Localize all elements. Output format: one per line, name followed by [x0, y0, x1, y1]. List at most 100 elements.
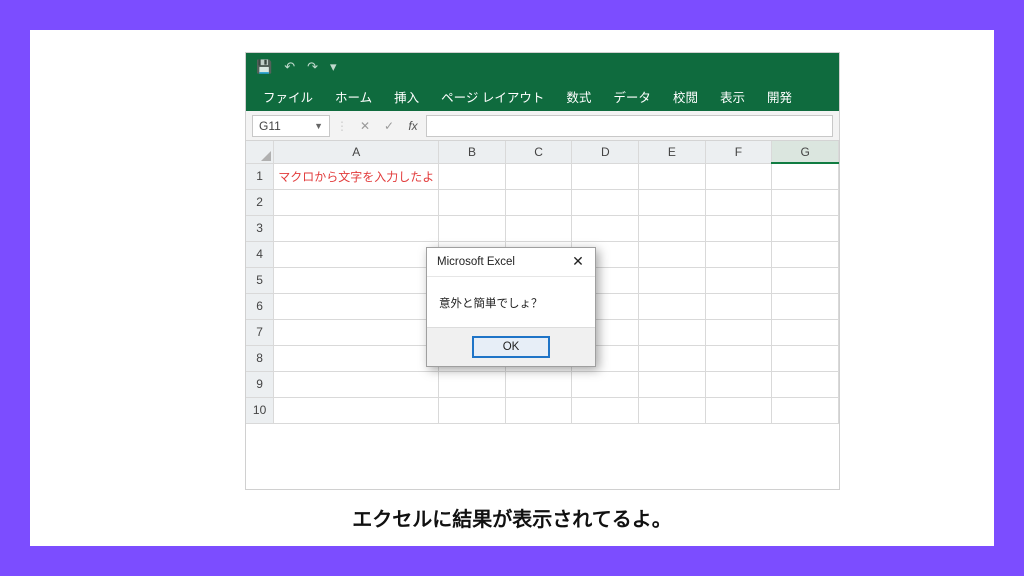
- cell-E3[interactable]: [639, 215, 706, 241]
- tab-file[interactable]: ファイル: [252, 81, 324, 112]
- cell-G7[interactable]: [772, 319, 839, 345]
- row-header-1[interactable]: 1: [246, 163, 274, 189]
- cell-A3[interactable]: [274, 215, 439, 241]
- cell-C2[interactable]: [505, 189, 572, 215]
- row-header-3[interactable]: 3: [246, 215, 274, 241]
- cell-F6[interactable]: [705, 293, 772, 319]
- tab-home[interactable]: ホーム: [324, 81, 383, 112]
- row-header-9[interactable]: 9: [246, 371, 274, 397]
- cell-G1[interactable]: [772, 163, 839, 189]
- cell-E5[interactable]: [639, 267, 706, 293]
- cell-B10[interactable]: [439, 397, 506, 423]
- cell-E7[interactable]: [639, 319, 706, 345]
- cell-D9[interactable]: [572, 371, 639, 397]
- cell-B2[interactable]: [439, 189, 506, 215]
- name-box[interactable]: G11 ▼: [252, 115, 330, 137]
- cell-G3[interactable]: [772, 215, 839, 241]
- row-header-4[interactable]: 4: [246, 241, 274, 267]
- cell-C3[interactable]: [505, 215, 572, 241]
- cell-E9[interactable]: [639, 371, 706, 397]
- row-header-5[interactable]: 5: [246, 267, 274, 293]
- ok-button[interactable]: OK: [472, 336, 550, 358]
- cell-C9[interactable]: [505, 371, 572, 397]
- row-header-6[interactable]: 6: [246, 293, 274, 319]
- tab-developer[interactable]: 開発: [756, 81, 803, 112]
- cell-G10[interactable]: [772, 397, 839, 423]
- cell-A7[interactable]: [274, 319, 439, 345]
- cell-F7[interactable]: [705, 319, 772, 345]
- cell-F5[interactable]: [705, 267, 772, 293]
- confirm-icon[interactable]: ✓: [382, 119, 396, 133]
- tab-view[interactable]: 表示: [709, 81, 756, 112]
- tab-formulas[interactable]: 数式: [555, 81, 602, 112]
- cell-D1[interactable]: [572, 163, 639, 189]
- message-box: Microsoft Excel ✕ 意外と簡単でしょ？ OK: [426, 247, 596, 367]
- row-header-8[interactable]: 8: [246, 345, 274, 371]
- cell-A6[interactable]: [274, 293, 439, 319]
- redo-icon[interactable]: ↷: [307, 59, 318, 75]
- row-header-2[interactable]: 2: [246, 189, 274, 215]
- column-header-C[interactable]: C: [505, 141, 572, 163]
- qat-more-icon[interactable]: ▾: [330, 59, 337, 75]
- cell-A8[interactable]: [274, 345, 439, 371]
- cell-F10[interactable]: [705, 397, 772, 423]
- cell-F2[interactable]: [705, 189, 772, 215]
- cell-D3[interactable]: [572, 215, 639, 241]
- cell-E4[interactable]: [639, 241, 706, 267]
- cell-G2[interactable]: [772, 189, 839, 215]
- cell-A5[interactable]: [274, 267, 439, 293]
- message-box-footer: OK: [427, 327, 595, 366]
- cell-F9[interactable]: [705, 371, 772, 397]
- column-header-E[interactable]: E: [639, 141, 706, 163]
- cell-F4[interactable]: [705, 241, 772, 267]
- cell-A1[interactable]: マクロから文字を入力したよ: [274, 163, 439, 189]
- cell-G4[interactable]: [772, 241, 839, 267]
- undo-icon[interactable]: ↶: [284, 59, 295, 75]
- cell-G9[interactable]: [772, 371, 839, 397]
- column-header-A[interactable]: A: [274, 141, 439, 163]
- chevron-down-icon[interactable]: ▼: [314, 121, 323, 131]
- cell-B1[interactable]: [439, 163, 506, 189]
- row-header-10[interactable]: 10: [246, 397, 274, 423]
- row-header-7[interactable]: 7: [246, 319, 274, 345]
- tab-review[interactable]: 校閲: [662, 81, 709, 112]
- cancel-icon[interactable]: ✕: [358, 119, 372, 133]
- cell-F3[interactable]: [705, 215, 772, 241]
- formula-bar[interactable]: [426, 115, 833, 137]
- formula-bar-row: G11 ▼ ⋮ ✕ ✓ fx: [246, 111, 839, 141]
- quick-access-toolbar: 💾 ↶ ↷ ▾: [246, 53, 839, 81]
- column-header-F[interactable]: F: [705, 141, 772, 163]
- fx-icon[interactable]: fx: [406, 119, 420, 133]
- tab-data[interactable]: データ: [602, 81, 662, 112]
- column-header-G[interactable]: G: [772, 141, 839, 163]
- close-icon[interactable]: ✕: [567, 253, 589, 271]
- cell-E10[interactable]: [639, 397, 706, 423]
- cell-G8[interactable]: [772, 345, 839, 371]
- tab-insert[interactable]: 挿入: [383, 81, 430, 112]
- cell-B3[interactable]: [439, 215, 506, 241]
- save-icon[interactable]: 💾: [256, 59, 272, 75]
- cell-E8[interactable]: [639, 345, 706, 371]
- message-box-titlebar: Microsoft Excel ✕: [427, 248, 595, 277]
- cell-D10[interactable]: [572, 397, 639, 423]
- cell-E1[interactable]: [639, 163, 706, 189]
- cell-A2[interactable]: [274, 189, 439, 215]
- cell-F8[interactable]: [705, 345, 772, 371]
- cell-A9[interactable]: [274, 371, 439, 397]
- select-all-corner[interactable]: [246, 141, 274, 163]
- cell-G5[interactable]: [772, 267, 839, 293]
- cell-G6[interactable]: [772, 293, 839, 319]
- cell-F1[interactable]: [705, 163, 772, 189]
- column-header-B[interactable]: B: [439, 141, 506, 163]
- cell-D2[interactable]: [572, 189, 639, 215]
- cell-C1[interactable]: [505, 163, 572, 189]
- cell-E2[interactable]: [639, 189, 706, 215]
- column-header-D[interactable]: D: [572, 141, 639, 163]
- cell-B9[interactable]: [439, 371, 506, 397]
- cell-A4[interactable]: [274, 241, 439, 267]
- outer-frame: 💾 ↶ ↷ ▾ ファイル ホーム 挿入 ページ レイアウト 数式 データ 校閲 …: [30, 30, 994, 546]
- tab-pagelayout[interactable]: ページ レイアウト: [430, 81, 555, 112]
- cell-C10[interactable]: [505, 397, 572, 423]
- cell-E6[interactable]: [639, 293, 706, 319]
- cell-A10[interactable]: [274, 397, 439, 423]
